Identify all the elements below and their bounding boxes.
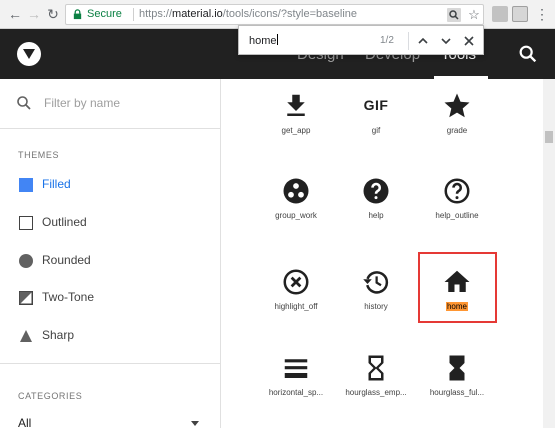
highlight-off-icon bbox=[283, 269, 309, 295]
sidebar-divider bbox=[0, 363, 220, 364]
icon-label: gif bbox=[371, 126, 381, 135]
theme-sharp[interactable]: Sharp bbox=[0, 321, 220, 351]
hourglass-empty-icon bbox=[368, 355, 384, 381]
icon-tile-highlight-off[interactable]: highlight_off bbox=[256, 255, 336, 325]
hourglass-full-icon bbox=[449, 355, 465, 381]
search-icon[interactable] bbox=[517, 43, 539, 65]
help-outline-icon bbox=[444, 178, 470, 204]
help-icon bbox=[363, 178, 389, 204]
icon-label: hourglass_ful... bbox=[429, 388, 485, 397]
chevron-up-icon[interactable] bbox=[414, 32, 432, 50]
address-bar[interactable]: Secure https://material.io/tools/icons/?… bbox=[65, 4, 484, 25]
icon-tile-hourglass-empty[interactable]: hourglass_emp... bbox=[336, 341, 416, 411]
chevron-down-icon[interactable] bbox=[437, 32, 455, 50]
icon-tile-grade[interactable]: grade bbox=[417, 79, 497, 149]
theme-label: Filled bbox=[42, 177, 71, 191]
url-host: material.io bbox=[172, 8, 223, 20]
bookmark-star-icon[interactable]: ☆ bbox=[466, 7, 482, 23]
scrollbar[interactable] bbox=[543, 79, 555, 428]
icon-label: hourglass_emp... bbox=[345, 388, 407, 397]
find-separator bbox=[408, 32, 409, 50]
text-caret bbox=[276, 34, 278, 45]
icon-label: help bbox=[368, 211, 384, 220]
address-separator bbox=[133, 8, 134, 21]
url-text: https://material.io/tools/icons/?style=b… bbox=[139, 8, 357, 20]
icon-tile-help-outline[interactable]: help_outline bbox=[417, 164, 497, 234]
two-tone-swatch-icon bbox=[19, 291, 33, 305]
menu-kebab-icon[interactable]: ⋮ bbox=[533, 5, 551, 23]
horizontal-split-icon bbox=[284, 359, 308, 378]
themes-heading: THEMES bbox=[18, 150, 60, 160]
icon-tile-hourglass-full[interactable]: hourglass_ful... bbox=[417, 341, 497, 411]
url-path: /tools/icons/?style=baseline bbox=[222, 8, 357, 20]
close-icon[interactable] bbox=[460, 32, 478, 50]
theme-two-tone[interactable]: Two-Tone bbox=[0, 283, 220, 313]
icon-tile-history[interactable]: history bbox=[336, 255, 416, 325]
icon-label: highlight_off bbox=[274, 302, 318, 311]
find-bar: home 1/2 bbox=[238, 25, 484, 55]
filled-swatch-icon bbox=[19, 178, 33, 192]
theme-label: Sharp bbox=[42, 328, 75, 342]
find-match-count: 1/2 bbox=[380, 35, 394, 46]
extension-icon[interactable] bbox=[512, 6, 528, 22]
sharp-swatch-icon bbox=[20, 330, 32, 342]
callout-box bbox=[418, 252, 497, 323]
icon-tile-help[interactable]: help bbox=[336, 164, 416, 234]
find-page-icon[interactable] bbox=[446, 7, 462, 23]
theme-label: Two-Tone bbox=[42, 290, 95, 304]
sidebar: Filter by name THEMES Filled Outlined Ro… bbox=[0, 79, 221, 430]
dropdown-arrow-icon[interactable] bbox=[191, 421, 199, 426]
extension-icon[interactable] bbox=[492, 6, 508, 22]
categories-heading: CATEGORIES bbox=[18, 391, 83, 401]
find-input[interactable]: home bbox=[249, 34, 278, 47]
icon-tile-horizontal-split[interactable]: horizontal_sp... bbox=[256, 341, 336, 411]
icon-label: group_work bbox=[275, 211, 317, 220]
lock-icon bbox=[73, 9, 82, 20]
icon-label: grade bbox=[446, 126, 468, 135]
icon-label: horizontal_sp... bbox=[268, 388, 324, 397]
secure-label: Secure bbox=[87, 8, 122, 20]
theme-label: Rounded bbox=[42, 253, 91, 267]
group-work-icon bbox=[283, 178, 309, 204]
filter-box[interactable]: Filter by name bbox=[0, 79, 221, 129]
search-icon bbox=[17, 96, 31, 110]
theme-outlined[interactable]: Outlined bbox=[0, 208, 220, 238]
get-app-icon bbox=[287, 94, 305, 116]
find-query: home bbox=[249, 35, 277, 47]
icon-label: get_app bbox=[281, 126, 311, 135]
theme-rounded[interactable]: Rounded bbox=[0, 246, 220, 276]
filter-input[interactable]: Filter by name bbox=[44, 96, 120, 110]
star-icon bbox=[444, 93, 470, 118]
history-icon bbox=[363, 271, 389, 294]
icon-label: help_outline bbox=[435, 211, 479, 220]
forward-arrow-icon[interactable]: → bbox=[25, 5, 43, 23]
gif-icon: GIF bbox=[363, 97, 389, 113]
scrollbar-thumb[interactable] bbox=[545, 131, 553, 143]
material-logo-icon[interactable] bbox=[17, 42, 41, 66]
back-arrow-icon[interactable]: ← bbox=[6, 5, 24, 23]
rounded-swatch-icon bbox=[19, 254, 33, 268]
theme-label: Outlined bbox=[42, 215, 87, 229]
icon-tile-get-app[interactable]: get_app bbox=[256, 79, 336, 149]
theme-filled[interactable]: Filled bbox=[0, 170, 220, 200]
reload-icon[interactable]: ↻ bbox=[44, 5, 62, 23]
url-scheme: https:// bbox=[139, 8, 173, 20]
icon-label: history bbox=[364, 302, 388, 311]
outlined-swatch-icon bbox=[19, 216, 33, 230]
icon-tile-group-work[interactable]: group_work bbox=[256, 164, 336, 234]
icon-tile-gif[interactable]: GIF gif bbox=[336, 79, 416, 149]
